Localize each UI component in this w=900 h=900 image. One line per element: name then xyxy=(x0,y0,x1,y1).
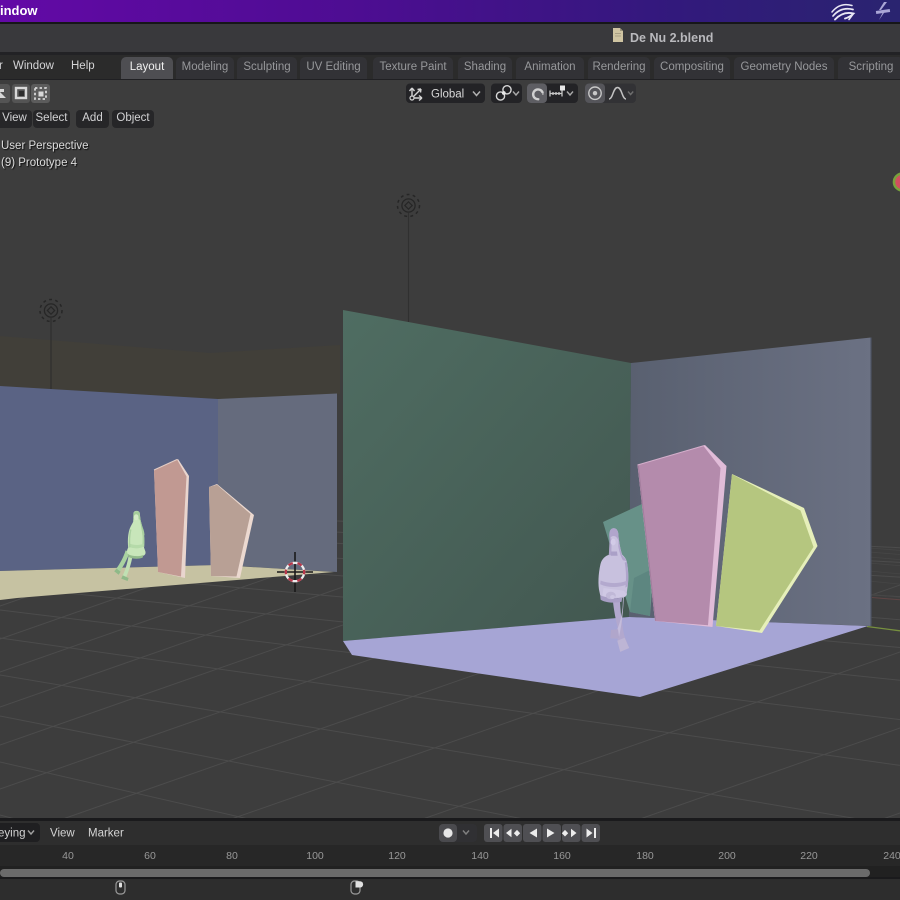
svg-text:Global: Global xyxy=(431,89,464,101)
svg-text:View: View xyxy=(50,828,75,840)
svg-text:Marker: Marker xyxy=(88,828,124,840)
svg-text:eying: eying xyxy=(0,828,26,840)
